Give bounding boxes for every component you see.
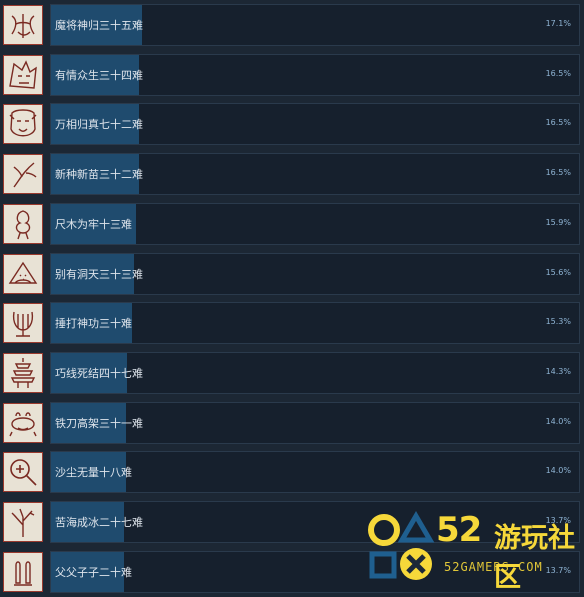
achievement-name: 魔将神归三十五难 <box>55 19 143 32</box>
frog-icon <box>3 403 43 443</box>
watermark-title: 游玩社区 <box>494 523 575 593</box>
pagoda-icon <box>3 353 43 393</box>
achievement-percent: 15.3% <box>545 317 571 326</box>
achievement-percent: 16.5% <box>545 168 571 177</box>
progress-track: 铁刀高架三十一难 14.0% <box>50 402 580 444</box>
progress-track: 尺木为牢十三难 15.9% <box>50 203 580 245</box>
progress-track: 巧线死结四十七难 14.3% <box>50 352 580 394</box>
achievement-row[interactable]: 捶打神功三十难 15.3% <box>0 298 584 348</box>
achievement-name: 万相归真七十二难 <box>55 118 143 131</box>
achievement-percent: 14.0% <box>545 466 571 475</box>
progress-track: 魔将神归三十五难 17.1% <box>50 4 580 46</box>
achievement-name: 新种新苗三十二难 <box>55 168 143 181</box>
lyre-icon <box>3 303 43 343</box>
achievement-name: 捶打神功三十难 <box>55 317 132 330</box>
achievement-row[interactable]: 万相归真七十二难 16.5% <box>0 99 584 149</box>
achievement-list: 魔将神归三十五难 17.1% 有情众生三十四难 16.5% 万相归真七十二难 16.5% 新… <box>0 0 584 597</box>
achievement-name: 苦海成冰二十七难 <box>55 516 143 529</box>
achievement-name: 沙尘无量十八难 <box>55 466 132 479</box>
watermark-site: 52GAMERS.COM <box>444 560 543 574</box>
tree-spirit-icon <box>3 204 43 244</box>
achievement-percent: 14.0% <box>545 417 571 426</box>
achievement-percent: 14.3% <box>545 367 571 376</box>
achievement-name: 尺木为牢十三难 <box>55 218 132 231</box>
achievement-percent: 17.1% <box>545 19 571 28</box>
progress-track: 捶打神功三十难 15.3% <box>50 302 580 344</box>
achievement-name: 铁刀高架三十一难 <box>55 417 143 430</box>
achievement-row[interactable]: 尺木为牢十三难 15.9% <box>0 199 584 249</box>
figures-icon <box>3 552 43 592</box>
achievement-percent: 16.5% <box>545 69 571 78</box>
achievement-percent: 15.9% <box>545 218 571 227</box>
achievement-row[interactable]: 魔将神归三十五难 17.1% <box>0 0 584 50</box>
achievement-name: 有情众生三十四难 <box>55 69 143 82</box>
progress-track: 别有洞天三十三难 15.6% <box>50 253 580 295</box>
watermark-logo: 52 游玩社区 52GAMERS.COM <box>364 510 584 593</box>
beast-face-icon <box>3 55 43 95</box>
magnifier-icon <box>3 452 43 492</box>
watermark-number: 52 <box>436 510 482 550</box>
demon-general-icon <box>3 5 43 45</box>
dead-tree-icon <box>3 502 43 542</box>
achievement-row[interactable]: 铁刀高架三十一难 14.0% <box>0 398 584 448</box>
achievement-row[interactable]: 巧线死结四十七难 14.3% <box>0 348 584 398</box>
achievement-percent: 15.6% <box>545 268 571 277</box>
monkey-king-icon <box>3 104 43 144</box>
playstation-buttons-icon <box>368 511 435 580</box>
watermelon-slice-icon <box>3 254 43 294</box>
progress-track: 有情众生三十四难 16.5% <box>50 54 580 96</box>
achievement-row[interactable]: 新种新苗三十二难 16.5% <box>0 149 584 199</box>
achievement-name: 父父子子二十难 <box>55 566 132 579</box>
achievement-row[interactable]: 沙尘无量十八难 14.0% <box>0 447 584 497</box>
achievement-row[interactable]: 别有洞天三十三难 15.6% <box>0 249 584 299</box>
sprout-icon <box>3 154 43 194</box>
achievement-percent: 16.5% <box>545 118 571 127</box>
progress-track: 万相归真七十二难 16.5% <box>50 103 580 145</box>
progress-track: 新种新苗三十二难 16.5% <box>50 153 580 195</box>
progress-track: 沙尘无量十八难 14.0% <box>50 451 580 493</box>
achievement-name: 别有洞天三十三难 <box>55 268 143 281</box>
achievement-name: 巧线死结四十七难 <box>55 367 143 380</box>
achievement-row[interactable]: 有情众生三十四难 16.5% <box>0 50 584 100</box>
